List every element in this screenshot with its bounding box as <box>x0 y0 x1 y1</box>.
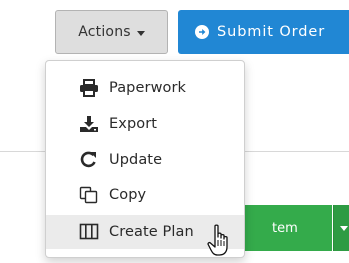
download-icon <box>79 115 101 133</box>
add-item-button[interactable]: tem <box>230 205 332 251</box>
add-item-label: tem <box>272 220 298 236</box>
menu-item-paperwork[interactable]: Paperwork <box>46 71 244 105</box>
arrow-circle-right-icon <box>195 25 209 39</box>
pointer-hand-icon <box>207 224 228 256</box>
copy-icon <box>79 186 101 204</box>
menu-item-copy[interactable]: Copy <box>46 178 244 212</box>
actions-dropdown-button[interactable]: Actions <box>55 10 168 54</box>
menu-item-label: Paperwork <box>109 80 187 96</box>
print-icon <box>79 79 101 97</box>
menu-item-update[interactable]: Update <box>46 143 244 177</box>
refresh-icon <box>79 151 101 169</box>
caret-down-icon <box>340 226 348 231</box>
menu-item-label: Export <box>109 116 158 132</box>
submit-order-label: Submit Order <box>217 24 326 40</box>
menu-item-export[interactable]: Export <box>46 107 244 141</box>
columns-icon <box>79 223 101 241</box>
actions-label: Actions <box>78 24 131 40</box>
submit-order-button[interactable]: Submit Order <box>178 10 349 54</box>
menu-item-label: Create Plan <box>109 224 194 240</box>
order-page: Actions Submit Order tem Paperwork Expor… <box>0 0 349 263</box>
caret-down-icon <box>136 30 145 36</box>
menu-item-label: Update <box>109 152 163 168</box>
menu-item-label: Copy <box>109 187 147 203</box>
add-item-dropdown-toggle[interactable] <box>333 205 349 251</box>
